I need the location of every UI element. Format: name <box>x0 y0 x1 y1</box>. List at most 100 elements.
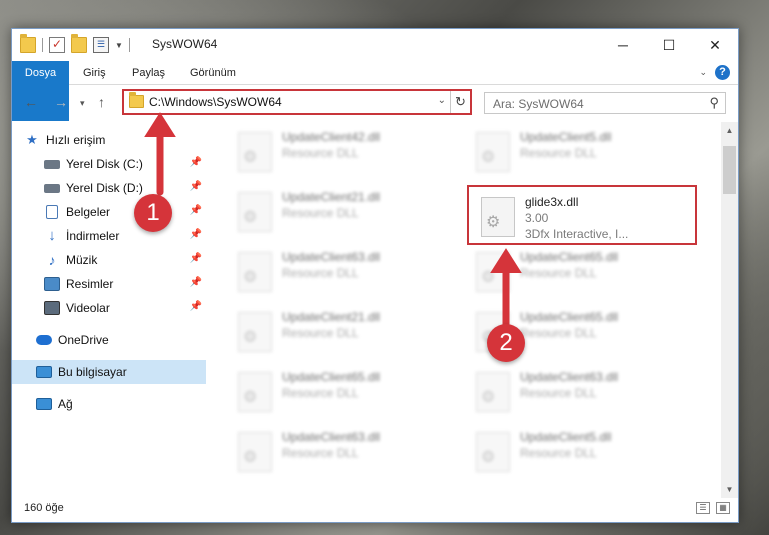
dll-file-icon <box>238 312 272 352</box>
pin-icon[interactable]: 📌 <box>190 277 202 288</box>
file-name: UpdateClient63.dll <box>282 430 381 444</box>
ribbon-right: ⌄ ? <box>699 65 730 80</box>
sidebar-item-label: Bu bilgisayar <box>58 365 127 379</box>
tab-view[interactable]: Görünüm <box>190 61 236 85</box>
file-description: Resource DLL <box>282 206 359 220</box>
file-description: Resource DLL <box>520 146 597 160</box>
list-item[interactable]: UpdateClient21.dll Resource DLL <box>226 302 456 362</box>
list-item[interactable]: UpdateClient63.dll Resource DLL <box>464 362 694 422</box>
file-description: Resource DLL <box>520 446 597 460</box>
list-item[interactable]: UpdateClient5.dll Resource DLL <box>464 422 694 482</box>
drive-icon <box>44 159 60 169</box>
dll-file-icon <box>238 252 272 292</box>
forward-button[interactable]: → <box>54 94 68 110</box>
search-placeholder: Ara: SysWOW64 <box>493 97 584 111</box>
download-icon: ↓ <box>48 227 56 244</box>
up-button[interactable]: ↑ <box>98 94 105 110</box>
address-path[interactable]: C:\Windows\SysWOW64 <box>149 95 282 109</box>
pin-icon[interactable]: 📌 <box>190 157 202 168</box>
file-description: Resource DLL <box>282 326 359 340</box>
scroll-up-icon[interactable]: ▲ <box>721 122 738 139</box>
help-icon[interactable]: ? <box>715 65 730 80</box>
dll-file-icon <box>238 192 272 232</box>
refresh-button[interactable]: ↻ <box>450 91 470 113</box>
sidebar-item-label: İndirmeler <box>66 229 120 243</box>
sidebar-item-label: Yerel Disk (D:) <box>66 181 143 195</box>
new-folder-icon[interactable] <box>71 34 87 53</box>
explorer-window: ✓ ☰ ▼ SysWOW64 ─ ☐ ✕ Dosya Giriş Paylaş … <box>11 28 739 523</box>
sidebar-item-music[interactable]: ♪ Müzik 📌 <box>44 248 206 272</box>
view-list-icon[interactable]: ☰ <box>93 37 109 53</box>
details-view-icon[interactable]: ☰ <box>696 502 710 514</box>
dll-file-icon <box>481 197 515 237</box>
vertical-scrollbar[interactable]: ▲ ▼ <box>721 122 738 498</box>
sidebar-item-label: Hızlı erişim <box>46 133 106 147</box>
toolbar-separator <box>42 38 43 52</box>
list-item[interactable]: UpdateClient5.dll Resource DLL <box>464 122 694 182</box>
folder-icon <box>20 34 36 53</box>
file-name: glide3x.dll <box>525 195 579 209</box>
chevron-down-icon[interactable]: ⌄ <box>438 95 446 106</box>
pictures-icon <box>44 277 60 291</box>
sidebar-item-onedrive[interactable]: OneDrive <box>36 328 206 352</box>
sidebar-item-pictures[interactable]: Resimler 📌 <box>44 272 206 296</box>
search-icon[interactable]: ⚲ <box>709 95 719 111</box>
back-button[interactable]: ← <box>24 94 38 110</box>
close-button[interactable]: ✕ <box>692 29 738 61</box>
recent-locations-button[interactable]: ▾ <box>80 98 85 109</box>
sidebar-item-label: Yerel Disk (C:) <box>66 157 143 171</box>
dll-file-icon <box>238 372 272 412</box>
scroll-thumb[interactable] <box>723 146 736 194</box>
sidebar-item-drive-d[interactable]: Yerel Disk (D:) 📌 <box>44 176 206 200</box>
maximize-button[interactable]: ☐ <box>646 29 692 61</box>
pin-icon[interactable]: 📌 <box>190 253 202 264</box>
file-name: UpdateClient21.dll <box>282 310 381 324</box>
pin-icon[interactable]: 📌 <box>190 205 202 216</box>
tab-share[interactable]: Paylaş <box>132 61 165 85</box>
window-controls: ─ ☐ ✕ <box>600 29 738 61</box>
minimize-button[interactable]: ─ <box>600 29 646 61</box>
list-item[interactable]: UpdateClient65.dll Resource DLL <box>226 362 456 422</box>
file-list: UpdateClient42.dll Resource DLL UpdateCl… <box>212 122 722 498</box>
sidebar-item-this-pc[interactable]: Bu bilgisayar <box>12 360 206 384</box>
chevron-down-icon[interactable]: ▼ <box>115 41 123 50</box>
file-description: Resource DLL <box>520 386 597 400</box>
scroll-down-icon[interactable]: ▼ <box>721 481 738 498</box>
pin-icon[interactable]: 📌 <box>190 301 202 312</box>
list-item[interactable]: UpdateClient63.dll Resource DLL <box>226 422 456 482</box>
pin-icon[interactable]: 📌 <box>190 181 202 192</box>
file-name: UpdateClient65.dll <box>520 310 619 324</box>
address-bar[interactable]: C:\Windows\SysWOW64 ⌄ ↻ <box>122 89 472 115</box>
list-item[interactable]: UpdateClient63.dll Resource DLL <box>226 242 456 302</box>
sidebar-item-drive-c[interactable]: Yerel Disk (C:) 📌 <box>44 152 206 176</box>
file-description: Resource DLL <box>282 446 359 460</box>
list-item[interactable]: UpdateClient65.dll Resource DLL <box>464 242 694 302</box>
dll-file-icon <box>238 432 272 472</box>
quick-access-toolbar: ✓ ☰ ▼ <box>20 34 130 53</box>
tab-home[interactable]: Giriş <box>83 61 106 85</box>
search-input[interactable]: Ara: SysWOW64 ⚲ <box>484 92 726 114</box>
sidebar-item-network[interactable]: Ağ <box>36 392 206 416</box>
sidebar-item-label: Belgeler <box>66 205 111 219</box>
sidebar-item-videos[interactable]: Videolar 📌 <box>44 296 206 320</box>
cloud-icon <box>36 335 52 345</box>
dll-file-icon <box>476 132 510 172</box>
list-item[interactable]: UpdateClient42.dll Resource DLL <box>226 122 456 182</box>
sidebar-item-documents[interactable]: Belgeler 📌 <box>44 200 206 224</box>
ribbon-tabs: Dosya Giriş Paylaş Görünüm ⌄ ? <box>12 61 738 121</box>
item-count: 160 öğe <box>24 502 64 514</box>
callout-1: 1 <box>134 194 172 232</box>
file-description: Resource DLL <box>282 386 359 400</box>
star-icon: ★ <box>26 132 38 147</box>
pin-icon[interactable]: 📌 <box>190 229 202 240</box>
expand-ribbon-icon[interactable]: ⌄ <box>699 67 707 78</box>
sidebar-item-downloads[interactable]: ↓ İndirmeler 📌 <box>44 224 206 248</box>
sidebar-item-label: Videolar <box>66 301 110 315</box>
sidebar-item-quick-access[interactable]: ★ Hızlı erişim <box>24 128 218 152</box>
properties-check-icon[interactable]: ✓ <box>49 37 65 53</box>
list-item-glide3x[interactable]: glide3x.dll 3.00 3Dfx Interactive, I... <box>467 185 697 245</box>
sidebar-item-label: Müzik <box>66 253 98 267</box>
list-item[interactable]: UpdateClient21.dll Resource DLL <box>226 182 456 242</box>
large-icons-view-icon[interactable]: ▦ <box>716 502 730 514</box>
file-description: Resource DLL <box>282 146 359 160</box>
